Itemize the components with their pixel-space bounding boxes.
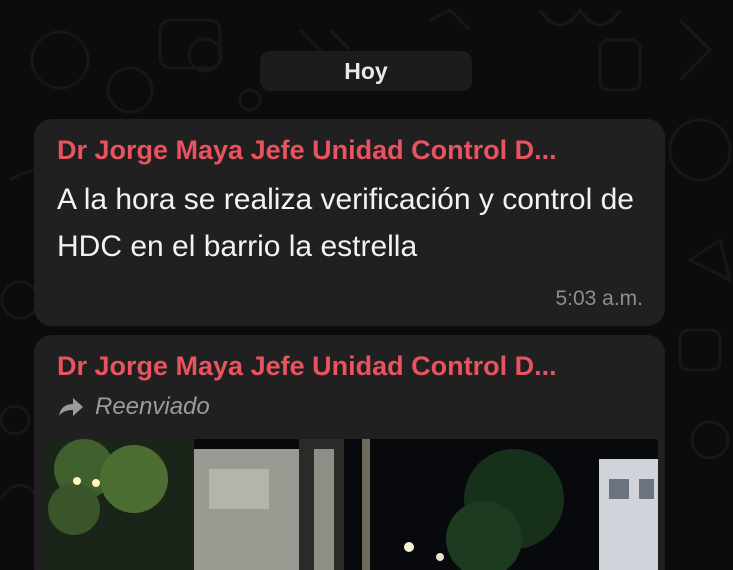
forward-arrow-icon: [59, 398, 83, 416]
message-bubble-forwarded[interactable]: Dr Jorge Maya Jefe Unidad Control D... R…: [34, 335, 665, 570]
night-street-photo: [44, 439, 658, 570]
message-bubble[interactable]: Dr Jorge Maya Jefe Unidad Control D... A…: [34, 119, 665, 326]
sender-name[interactable]: Dr Jorge Maya Jefe Unidad Control D...: [57, 135, 647, 166]
chat-background: Hoy Dr Jorge Maya Jefe Unidad Control D.…: [0, 0, 733, 570]
forwarded-text: Reenviado: [95, 393, 210, 420]
photo-attachment[interactable]: [44, 439, 658, 570]
forwarded-label: Reenviado: [57, 393, 210, 421]
sender-name[interactable]: Dr Jorge Maya Jefe Unidad Control D...: [57, 351, 647, 382]
message-timestamp: 5:03 a.m.: [555, 287, 643, 310]
date-divider: Hoy: [260, 51, 472, 91]
message-text: A la hora se realiza verificación y cont…: [57, 183, 634, 263]
